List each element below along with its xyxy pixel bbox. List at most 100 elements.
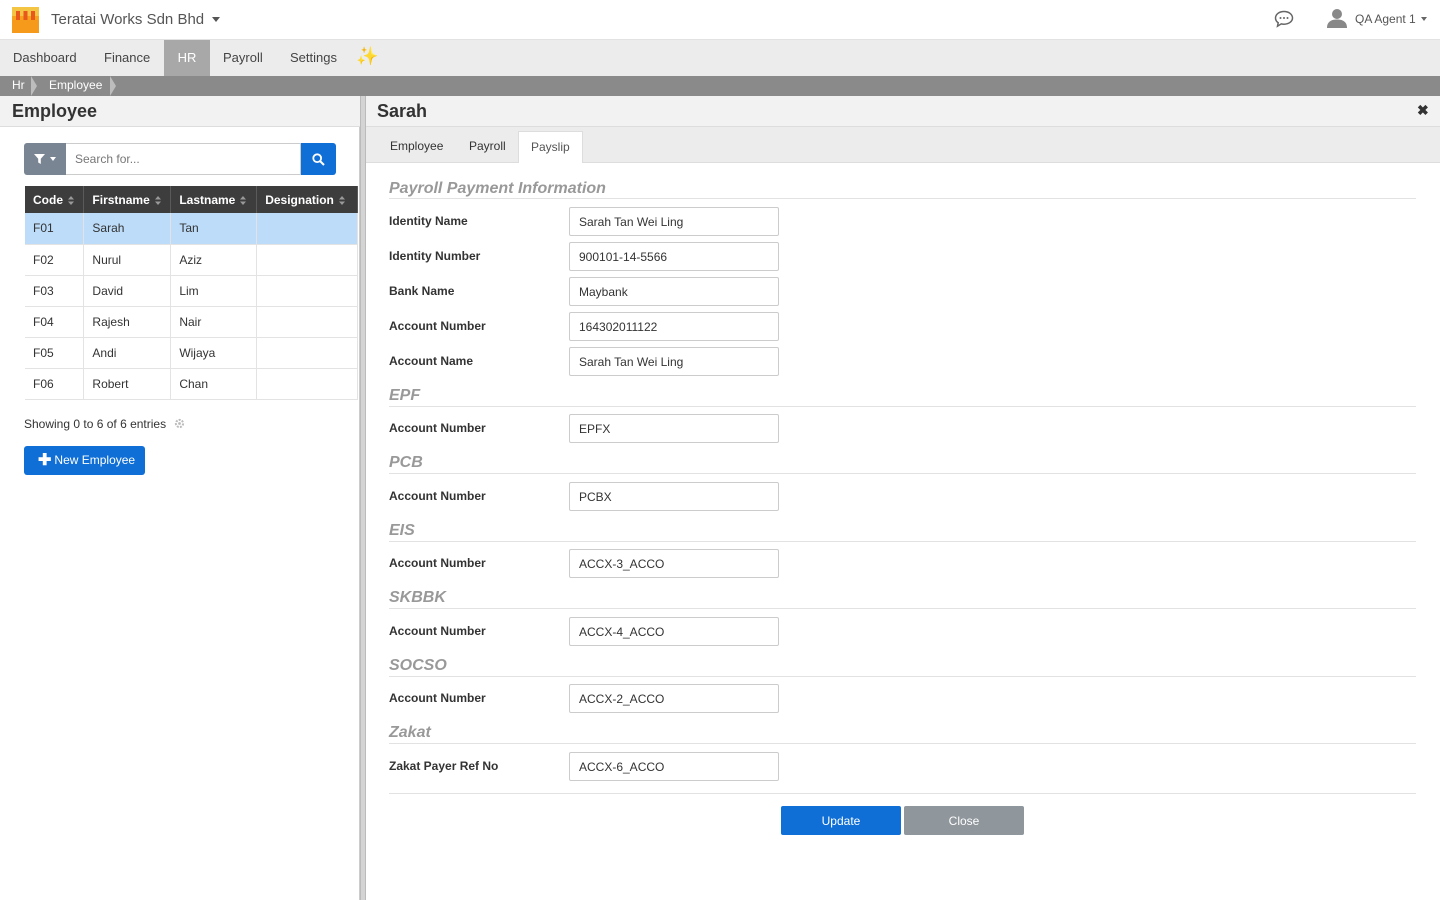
filter-button[interactable]: [24, 143, 66, 175]
detail-header: Sarah ✖: [366, 96, 1440, 127]
table-row[interactable]: F06 Robert Chan: [25, 368, 358, 400]
section-title-eis: EIS: [389, 522, 415, 539]
employee-list-panel: Employee Code Firstname Lastname Designa…: [0, 96, 360, 900]
section-divider: [389, 676, 1416, 677]
company-dropdown-icon[interactable]: [212, 17, 220, 22]
cell-firstname: Robert: [83, 368, 172, 400]
new-employee-label: New Employee: [54, 453, 136, 467]
cell-firstname: Rajesh: [83, 306, 172, 338]
epf-account-number-field[interactable]: [569, 414, 779, 443]
user-dropdown-icon[interactable]: [1421, 17, 1427, 21]
column-code[interactable]: Code: [25, 186, 85, 213]
search-button[interactable]: [301, 143, 336, 175]
cell-lastname: Lim: [170, 275, 258, 307]
section-title-socso: SOCSO: [389, 657, 447, 674]
section-divider: [389, 743, 1416, 744]
table-row[interactable]: F03 David Lim: [25, 275, 358, 307]
skbbk-account-number-field[interactable]: [569, 617, 779, 646]
menu-finance[interactable]: Finance: [91, 40, 163, 76]
account-name-label: Account Name: [389, 354, 474, 368]
cell-lastname: Tan: [170, 213, 258, 245]
table-row[interactable]: F02 Nurul Aziz: [25, 244, 358, 276]
cell-lastname: Nair: [170, 306, 258, 338]
table-row[interactable]: F01 Sarah Tan: [25, 213, 358, 245]
column-lastname[interactable]: Lastname: [170, 186, 258, 213]
cell-designation: [256, 337, 358, 369]
identity-name-field[interactable]: [569, 207, 779, 236]
menu-payroll[interactable]: Payroll: [210, 40, 276, 76]
tab-payroll[interactable]: Payroll: [457, 131, 518, 163]
sparkle-icon[interactable]: ✨: [356, 46, 378, 67]
detail-title: Sarah: [377, 101, 428, 121]
cell-designation: [256, 275, 358, 307]
section-title-payment: Payroll Payment Information: [389, 180, 606, 197]
search-icon: [312, 153, 325, 166]
column-designation[interactable]: Designation: [256, 186, 358, 213]
socso-account-number-label: Account Number: [389, 691, 486, 705]
sort-icon: [338, 195, 345, 205]
cell-firstname: Nurul: [83, 244, 172, 276]
user-avatar-icon[interactable]: [1326, 7, 1348, 29]
section-divider: [389, 541, 1416, 542]
update-button[interactable]: Update: [781, 806, 901, 835]
plus-icon: ✚: [38, 452, 52, 469]
employee-detail-panel: Sarah ✖ Employee Payroll Payslip Payroll…: [366, 96, 1440, 900]
employee-table: Code Firstname Lastname Designation F01 …: [25, 186, 358, 400]
cell-firstname: David: [83, 275, 172, 307]
filter-icon: [34, 154, 45, 164]
identity-number-label: Identity Number: [389, 249, 481, 263]
section-title-epf: EPF: [389, 387, 421, 404]
breadcrumb-employee[interactable]: Employee: [49, 76, 102, 96]
user-name[interactable]: QA Agent 1: [1355, 12, 1416, 26]
section-title-pcb: PCB: [389, 454, 423, 471]
close-button[interactable]: Close: [904, 806, 1024, 835]
menu-dashboard[interactable]: Dashboard: [0, 40, 90, 76]
eis-account-number-label: Account Number: [389, 556, 486, 570]
tab-payslip[interactable]: Payslip: [518, 131, 583, 163]
new-employee-button[interactable]: ✚ New Employee: [24, 446, 145, 475]
cell-code: F03: [25, 275, 85, 307]
table-row[interactable]: F04 Rajesh Nair: [25, 306, 358, 338]
search-input[interactable]: [66, 143, 301, 175]
sort-icon: [154, 195, 161, 205]
pcb-account-number-field[interactable]: [569, 482, 779, 511]
breadcrumb-hr[interactable]: Hr: [12, 76, 25, 96]
sort-icon: [68, 195, 74, 205]
top-bar: Teratai Works Sdn Bhd QA Agent 1: [0, 0, 1440, 40]
menu-settings[interactable]: Settings: [277, 40, 350, 76]
identity-name-label: Identity Name: [389, 214, 468, 228]
column-label: Designation: [265, 192, 334, 207]
section-title-skbbk: SKBBK: [389, 589, 446, 606]
table-row[interactable]: F05 Andi Wijaya: [25, 337, 358, 369]
section-divider: [389, 406, 1416, 407]
section-divider: [389, 198, 1416, 199]
tab-employee[interactable]: Employee: [378, 131, 455, 163]
menu-hr[interactable]: HR: [164, 40, 210, 76]
column-firstname[interactable]: Firstname: [83, 186, 172, 213]
bank-name-label: Bank Name: [389, 284, 455, 298]
chat-icon[interactable]: [1274, 10, 1294, 28]
panel-title: Employee: [12, 101, 98, 121]
cell-designation: [256, 213, 358, 245]
cell-firstname: Andi: [83, 337, 172, 369]
cell-code: F04: [25, 306, 85, 338]
account-number-field[interactable]: [569, 312, 779, 341]
cell-code: F05: [25, 337, 85, 369]
epf-account-number-label: Account Number: [389, 421, 486, 435]
eis-account-number-field[interactable]: [569, 549, 779, 578]
cell-designation: [256, 244, 358, 276]
company-name[interactable]: Teratai Works Sdn Bhd: [51, 11, 204, 28]
close-icon[interactable]: ✖: [1417, 102, 1429, 119]
identity-number-field[interactable]: [569, 242, 779, 271]
form-footer-divider: [389, 793, 1416, 794]
company-logo[interactable]: [12, 7, 39, 33]
account-name-field[interactable]: [569, 347, 779, 376]
cell-lastname: Aziz: [170, 244, 258, 276]
socso-account-number-field[interactable]: [569, 684, 779, 713]
zakat-payer-ref-field[interactable]: [569, 752, 779, 781]
cell-designation: [256, 368, 358, 400]
column-label: Firstname: [92, 192, 150, 207]
detail-tabs: Employee Payroll Payslip: [366, 127, 1440, 163]
bank-name-field[interactable]: [569, 277, 779, 306]
gear-icon[interactable]: [174, 418, 185, 429]
